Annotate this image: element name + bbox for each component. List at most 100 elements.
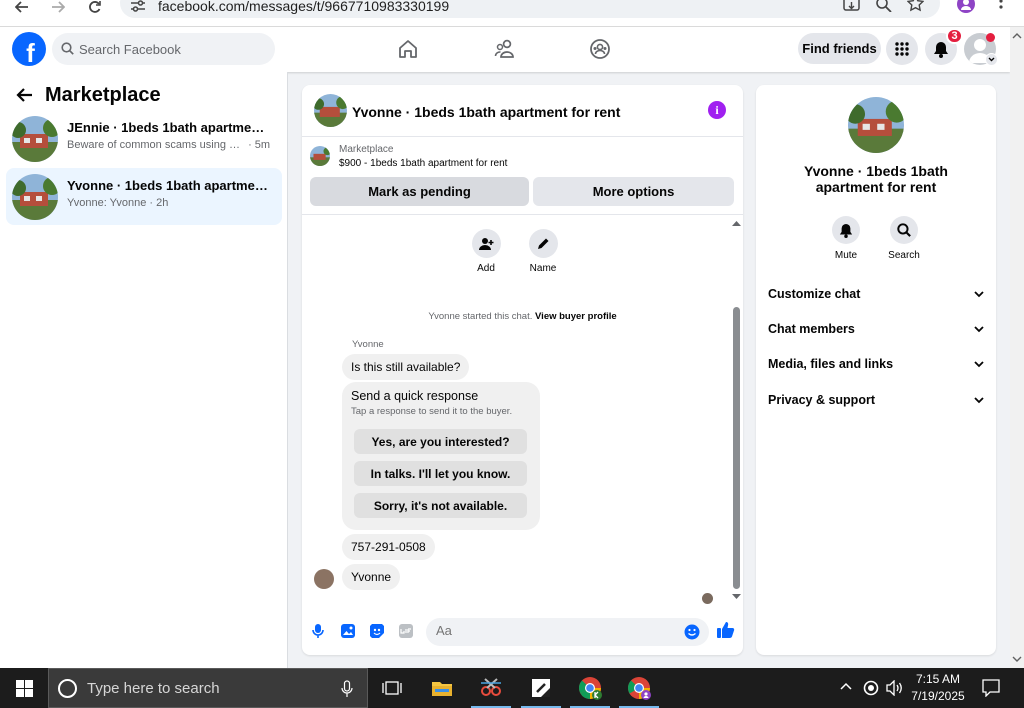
sticky-notes-icon[interactable] (519, 668, 563, 708)
bell-icon (832, 216, 860, 244)
scroll-down-icon[interactable] (1010, 654, 1024, 664)
add-label: Add (477, 263, 495, 274)
back-arrow-icon[interactable] (12, 0, 32, 14)
quick-response-option[interactable]: In talks. I'll let you know. (354, 461, 527, 486)
chrome-profile-icon[interactable] (617, 668, 661, 708)
section-privacy-support[interactable]: Privacy & support (768, 390, 984, 410)
listing-photo[interactable] (848, 97, 904, 153)
show-hidden-icons-chevron-icon[interactable] (839, 681, 853, 691)
search-in-chat-button[interactable]: Search (882, 216, 926, 261)
add-person-icon (471, 229, 501, 258)
address-bar[interactable]: facebook.com/messages/t/9667710983330199 (120, 0, 940, 18)
section-customize-chat[interactable]: Customize chat (768, 284, 984, 304)
groups-icon[interactable] (589, 38, 611, 60)
more-options-button[interactable]: More options (533, 177, 734, 206)
snippet-text: Beware of common scams using payment app… (67, 139, 245, 151)
like-thumb-icon[interactable] (716, 620, 735, 639)
scroll-up-icon[interactable] (1010, 31, 1024, 41)
chevron-down-icon (974, 360, 984, 367)
microphone-icon[interactable] (341, 680, 353, 698)
quick-response-title: Send a quick response (351, 389, 479, 403)
sender-avatar[interactable] (314, 569, 334, 589)
volume-icon[interactable] (886, 680, 904, 696)
mute-label: Mute (834, 250, 858, 261)
search-facebook-box[interactable]: Search Facebook (52, 33, 275, 65)
zoom-icon[interactable] (876, 0, 892, 12)
task-view-icon[interactable] (370, 668, 414, 708)
chat-avatar[interactable] (314, 94, 347, 127)
conversation-item-active[interactable]: Yvonne · 1beds 1bath apartment for rent … (6, 168, 282, 225)
quick-response-card: Send a quick response Tap a response to … (342, 382, 540, 530)
snipping-tool-icon[interactable] (469, 668, 513, 708)
section-label: Customize chat (768, 287, 861, 301)
search-icon (61, 42, 74, 55)
section-media-files-links[interactable]: Media, files and links (768, 354, 984, 374)
search-icon (890, 216, 918, 244)
notification-badge: 3 (946, 28, 963, 44)
browser-toolbar: facebook.com/messages/t/9667710983330199 (0, 0, 1024, 27)
view-buyer-profile-link[interactable]: View buyer profile (535, 311, 617, 322)
add-people-button[interactable]: Add (466, 229, 506, 274)
menu-dots-icon[interactable] (999, 0, 1003, 14)
quick-response-option[interactable]: Sorry, it's not available. (354, 493, 527, 518)
clock-date: 7/19/2025 (911, 689, 965, 703)
bookmark-star-icon[interactable] (907, 0, 924, 12)
section-chat-members[interactable]: Chat members (768, 319, 984, 339)
sticker-icon[interactable] (369, 623, 385, 639)
back-arrow-icon[interactable] (16, 86, 34, 104)
find-friends-button[interactable]: Find friends (798, 33, 881, 64)
page-title: Marketplace (45, 84, 161, 106)
menu-grid-icon[interactable] (886, 33, 918, 65)
pencil-icon (528, 229, 558, 258)
file-explorer-icon[interactable] (420, 668, 464, 708)
message-input-box[interactable] (426, 618, 709, 646)
network-icon[interactable] (863, 680, 879, 696)
listing-thumbnail (12, 174, 58, 220)
microphone-icon[interactable] (312, 623, 324, 639)
emoji-icon[interactable] (684, 624, 700, 640)
snippet-text: Yvonne: Yvonne (67, 197, 147, 209)
chrome-icon[interactable] (568, 668, 612, 708)
quick-response-option[interactable]: Yes, are you interested? (354, 429, 527, 454)
photo-icon[interactable] (340, 623, 356, 639)
action-center-icon[interactable] (982, 679, 1000, 697)
conversation-item[interactable]: JEnnie · 1beds 1bath apartment for rent … (6, 110, 282, 167)
message-input[interactable] (436, 623, 676, 638)
url-text[interactable]: facebook.com/messages/t/9667710983330199 (158, 0, 449, 14)
home-icon[interactable] (397, 38, 419, 60)
search-label: Search (888, 250, 920, 261)
section-label: Privacy & support (768, 393, 875, 407)
site-settings-icon[interactable] (130, 0, 146, 12)
conversation-time: · 5m (248, 139, 271, 151)
windows-start-icon[interactable] (2, 668, 46, 708)
friends-icon[interactable] (494, 38, 516, 60)
seen-indicator-avatar (702, 593, 713, 604)
gif-icon[interactable] (398, 623, 414, 639)
chevron-down-icon (974, 396, 984, 403)
profile-icon[interactable] (956, 0, 976, 14)
system-clock[interactable]: 7:15 AM 7/19/2025 (906, 671, 970, 705)
taskbar-search-input[interactable] (87, 680, 327, 697)
mute-button[interactable]: Mute (824, 216, 868, 261)
listing-price-title[interactable]: $900 - 1beds 1bath apartment for rent (339, 158, 507, 169)
forward-arrow-icon[interactable] (48, 0, 68, 14)
scroll-down-icon[interactable] (730, 591, 743, 601)
scroll-up-icon[interactable] (730, 219, 743, 229)
reload-icon[interactable] (84, 0, 104, 14)
chevron-down-icon[interactable] (985, 53, 998, 66)
section-label: Media, files and links (768, 357, 894, 371)
info-icon[interactable]: i (708, 101, 726, 119)
chat-title[interactable]: Yvonne · 1beds 1bath apartment for rent (352, 104, 620, 120)
taskbar-search-box[interactable] (48, 668, 368, 708)
listing-thumbnail[interactable] (310, 146, 330, 166)
system-message-text: Yvonne started this chat. (428, 311, 533, 322)
page-scrollbar[interactable] (1010, 27, 1024, 668)
chat-header: Yvonne · 1beds 1bath apartment for rent … (302, 85, 743, 137)
name-chat-button[interactable]: Name (523, 229, 563, 274)
install-app-icon[interactable] (843, 0, 860, 12)
scrollbar-thumb[interactable] (733, 307, 740, 589)
facebook-logo[interactable]: f (12, 32, 46, 66)
chevron-down-icon (974, 290, 984, 297)
mark-as-pending-button[interactable]: Mark as pending (310, 177, 529, 206)
listing-thumbnail (12, 116, 58, 162)
